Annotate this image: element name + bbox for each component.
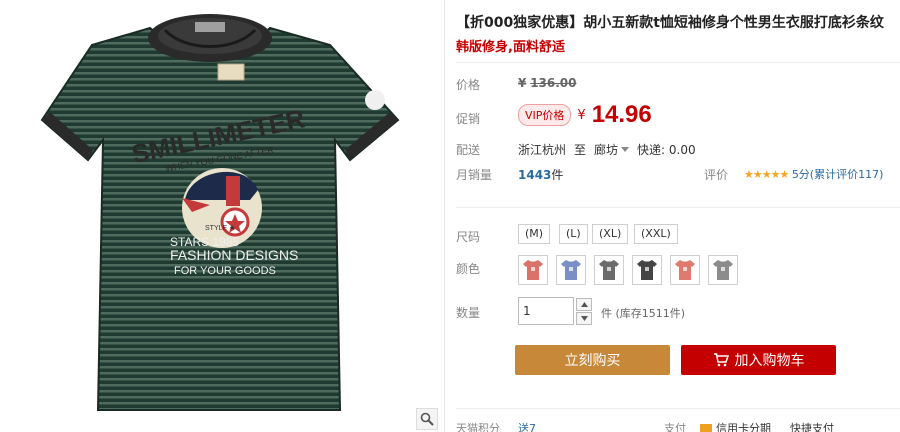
tshirt-icon (713, 260, 733, 280)
credit-card-icon (700, 423, 712, 432)
image-divider (444, 0, 445, 432)
promo-label: 促销 (456, 112, 481, 126)
rating-score: 5分(累计评价117) (791, 168, 884, 181)
chevron-up-icon (580, 302, 588, 307)
product-image[interactable]: SMILLIMETER WHEN YOU GONE AFTER STYLE ★ … (0, 0, 440, 432)
quantity-input[interactable]: 1 (518, 297, 574, 325)
product-title: 【折000独家优惠】胡小五新款t恤短袖修身个性男生衣服打底衫条纹 (456, 15, 884, 31)
rating-stars: ★★★★★ (744, 168, 789, 181)
size-option-xl[interactable]: (XL) (592, 224, 629, 244)
payment-label: 支付 (664, 422, 686, 432)
original-price-value: 136.00 (530, 76, 577, 90)
color-label: 颜色 (456, 262, 481, 276)
cart-icon (713, 353, 729, 367)
red-shirt-swatch[interactable] (518, 255, 548, 285)
size-option-xxl[interactable]: (XXL) (634, 224, 678, 244)
installment-label: 信用卡分期 (716, 422, 771, 432)
quantity-increase-button[interactable] (576, 298, 592, 311)
express-fee: 快递: 0.00 (637, 143, 696, 157)
magnifier-icon (420, 412, 434, 426)
product-subtitle: 韩版修身,面料舒适 (456, 40, 565, 55)
gray-shirt-swatch[interactable] (708, 255, 738, 285)
quantity-decrease-button[interactable] (576, 312, 592, 325)
monthly-sales: 1443件 (518, 166, 563, 183)
ship-from: 浙江杭州 (518, 143, 567, 157)
chevron-down-icon (580, 316, 588, 321)
tshirt-icon (637, 260, 657, 280)
currency-symbol: ¥ (518, 76, 527, 90)
stock-info: 件 (库存1511件) (601, 307, 686, 320)
quantity-label: 数量 (456, 306, 481, 320)
gray-dark-shirt-swatch[interactable] (594, 255, 624, 285)
add-to-cart-button[interactable]: 加入购物车 (681, 345, 836, 375)
original-price: ¥ 136.00 (518, 76, 577, 90)
divider (456, 62, 900, 63)
shipping-info: 浙江杭州 至 廊坊 快递: 0.00 (518, 141, 696, 158)
svg-text:STYLE ★: STYLE ★ (205, 224, 235, 232)
product-info-panel: 【折000独家优惠】胡小五新款t恤短袖修身个性男生衣服打底衫条纹 韩版修身,面料… (456, 0, 900, 432)
ship-destination-selector[interactable]: 廊坊 (594, 141, 630, 158)
size-option-l[interactable]: (L) (559, 224, 588, 244)
coral-shirt-swatch[interactable] (670, 255, 700, 285)
ship-to-word: 至 (574, 143, 587, 157)
sales-count: 1443 (518, 168, 552, 182)
rating-label: 评价 (704, 168, 729, 182)
tshirt-icon (599, 260, 619, 280)
blue-shirt-swatch[interactable] (556, 255, 586, 285)
current-price: 14.96 (591, 101, 652, 128)
points-label: 天猫积分 (456, 422, 500, 432)
tshirt-icon (561, 260, 581, 280)
rating-summary[interactable]: ★★★★★ 5分(累计评价117) (744, 166, 883, 182)
buy-now-button[interactable]: 立刻购买 (515, 345, 670, 375)
add-to-cart-label: 加入购物车 (734, 353, 805, 369)
shipping-label: 配送 (456, 143, 481, 157)
price-label: 价格 (456, 78, 481, 92)
ship-destination: 廊坊 (594, 143, 619, 157)
chevron-down-icon (621, 146, 630, 152)
divider (456, 408, 900, 409)
zoom-button[interactable] (416, 408, 438, 430)
tshirt-icon (523, 260, 543, 280)
promo-price: VIP价格 ¥ 14.96 (518, 101, 652, 129)
tshirt-illustration: SMILLIMETER WHEN YOU GONE AFTER STYLE ★ … (40, 14, 400, 411)
installment-option[interactable]: 信用卡分期 (700, 420, 771, 432)
black-white-shirt-swatch[interactable] (632, 255, 662, 285)
vip-price-badge: VIP价格 (518, 104, 572, 126)
buy-now-label: 立刻购买 (564, 353, 621, 369)
divider (456, 207, 900, 208)
svg-text:FOR YOUR GOODS: FOR YOUR GOODS (174, 265, 276, 277)
monthly-sales-label: 月销量 (456, 168, 493, 182)
sales-unit: 件 (551, 168, 564, 182)
size-option-m[interactable]: (M) (518, 224, 551, 244)
points-value: 送7 (518, 422, 536, 432)
size-label: 尺码 (456, 230, 481, 244)
express-pay-option[interactable]: 快捷支付 (790, 420, 834, 432)
tshirt-icon (675, 260, 695, 280)
currency-symbol: ¥ (577, 107, 586, 123)
svg-text:FASHION DESIGNS: FASHION DESIGNS (170, 247, 298, 263)
